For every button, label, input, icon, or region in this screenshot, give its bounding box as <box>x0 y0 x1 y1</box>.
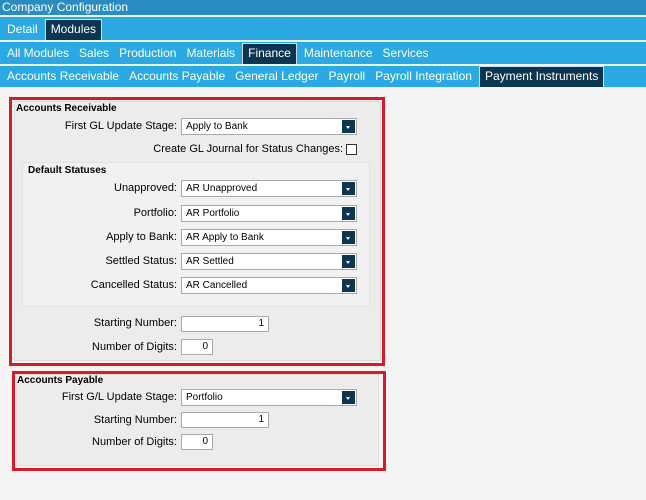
ar-first-gl-select[interactable]: Apply to Bank <box>181 118 357 135</box>
tab-payroll-integration[interactable]: Payroll Integration <box>370 69 477 87</box>
status-value: AR Settled <box>186 256 234 267</box>
ar-starting-number-label: Starting Number: <box>93 317 177 329</box>
ap-first-gl-value: Portfolio <box>186 392 223 403</box>
status-select[interactable]: AR Portfolio <box>181 205 357 222</box>
default-statuses-heading: Default Statuses <box>28 165 107 176</box>
ap-digits-input[interactable]: 0 <box>181 434 213 450</box>
status-label: Portfolio: <box>133 207 177 219</box>
status-select[interactable]: AR Unapproved <box>181 180 357 197</box>
chevron-down-icon <box>342 231 355 244</box>
chevron-down-icon <box>342 391 355 404</box>
ap-starting-number-input[interactable]: 1 <box>181 412 269 428</box>
ap-first-gl-select[interactable]: Portfolio <box>181 389 357 406</box>
status-select[interactable]: AR Cancelled <box>181 277 357 294</box>
ar-create-journal-label: Create GL Journal for Status Changes: <box>153 143 343 155</box>
status-select[interactable]: AR Settled <box>181 253 357 270</box>
tab-modules[interactable]: Modules <box>44 19 103 40</box>
chevron-down-icon <box>342 120 355 133</box>
tab-accounts-receivable[interactable]: Accounts Receivable <box>2 69 124 87</box>
ap-heading: Accounts Payable <box>17 375 104 386</box>
status-value: AR Cancelled <box>186 280 248 291</box>
tab-all-modules[interactable]: All Modules <box>2 46 74 64</box>
tabs-level2: All Modules Sales Production Materials F… <box>0 40 646 64</box>
tab-detail[interactable]: Detail <box>2 22 43 40</box>
ar-first-gl-label: First GL Update Stage: <box>64 120 177 132</box>
tab-general-ledger[interactable]: General Ledger <box>230 69 323 87</box>
ar-create-journal-checkbox[interactable] <box>346 144 357 155</box>
tab-materials[interactable]: Materials <box>181 46 240 64</box>
tab-production[interactable]: Production <box>114 46 181 64</box>
status-label: Cancelled Status: <box>90 279 177 291</box>
status-value: AR Apply to Bank <box>186 232 264 243</box>
tab-finance[interactable]: Finance <box>242 43 297 64</box>
status-value: AR Portfolio <box>186 208 240 219</box>
chevron-down-icon <box>342 279 355 292</box>
ap-first-gl-label: First G/L Update Stage: <box>61 391 177 403</box>
ap-starting-number-label: Starting Number: <box>93 414 177 426</box>
chevron-down-icon <box>342 207 355 220</box>
status-label: Settled Status: <box>105 255 177 267</box>
tab-services[interactable]: Services <box>378 46 434 64</box>
ar-starting-number-input[interactable]: 1 <box>181 316 269 332</box>
chevron-down-icon <box>342 255 355 268</box>
tab-maintenance[interactable]: Maintenance <box>299 46 378 64</box>
tab-payment-instruments[interactable]: Payment Instruments <box>478 66 605 87</box>
tabs-level1: Detail Modules <box>0 15 646 40</box>
chevron-down-icon <box>342 182 355 195</box>
ar-first-gl-value: Apply to Bank <box>186 121 248 132</box>
ap-digits-label: Number of Digits: <box>92 436 177 448</box>
status-label: Apply to Bank: <box>106 231 177 243</box>
status-label: Unapproved: <box>114 182 177 194</box>
window-title: Company Configuration <box>0 0 646 15</box>
status-value: AR Unapproved <box>186 183 258 194</box>
ar-digits-input[interactable]: 0 <box>181 339 213 355</box>
tabs-level3: Accounts Receivable Accounts Payable Gen… <box>0 64 646 87</box>
tab-accounts-payable[interactable]: Accounts Payable <box>124 69 230 87</box>
ar-heading: Accounts Receivable <box>16 103 117 114</box>
tab-payroll[interactable]: Payroll <box>324 69 371 87</box>
status-select[interactable]: AR Apply to Bank <box>181 229 357 246</box>
ar-digits-label: Number of Digits: <box>92 341 177 353</box>
tab-sales[interactable]: Sales <box>74 46 114 64</box>
